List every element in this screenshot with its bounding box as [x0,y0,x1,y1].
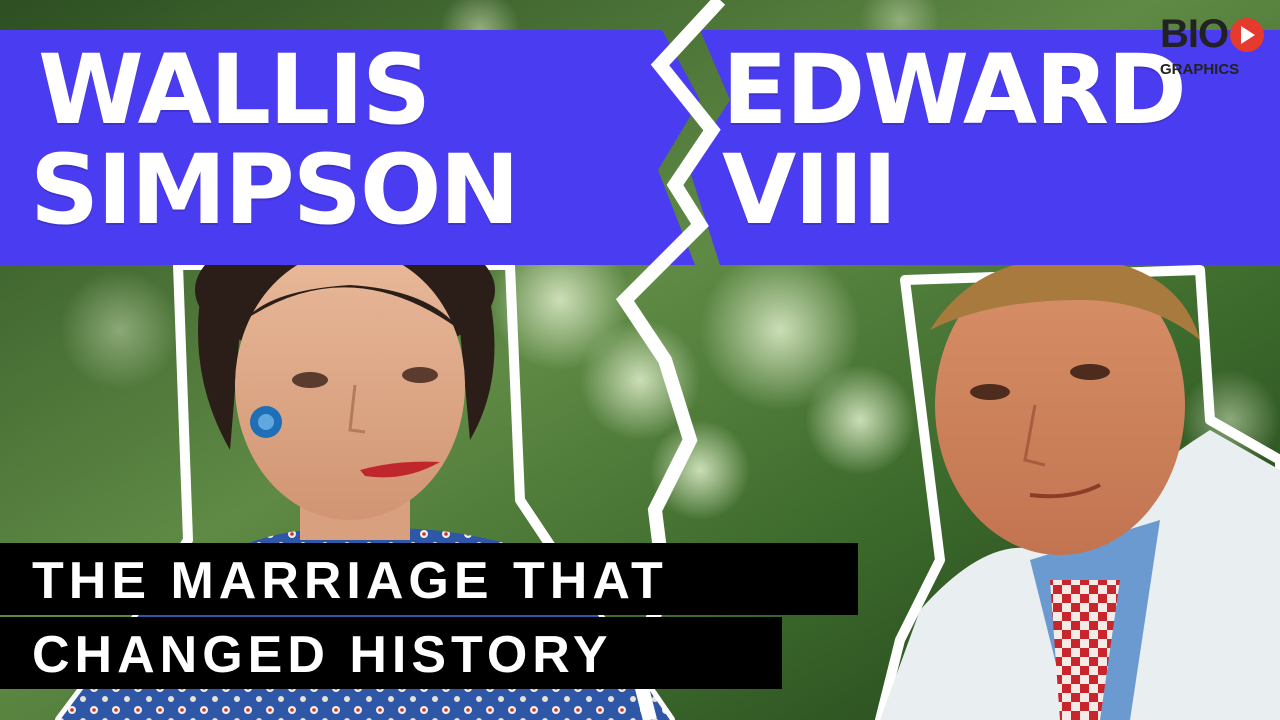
logo-bottom-text: GRAPHICS [1160,61,1240,78]
subtitle-line2: CHANGED HISTORY [0,617,782,689]
logo-top-text: BIO [1160,12,1229,56]
biographics-logo: BIO GRAPHICS [1158,14,1270,86]
left-name-line2: SIMPSON [30,134,520,246]
play-icon [1230,18,1264,52]
right-name-line2: VIII [722,134,897,246]
left-name-line1: WALLIS [38,34,431,146]
right-name-line1: EDWARD [722,34,1187,146]
subtitle-line1: THE MARRIAGE THAT [0,543,858,615]
